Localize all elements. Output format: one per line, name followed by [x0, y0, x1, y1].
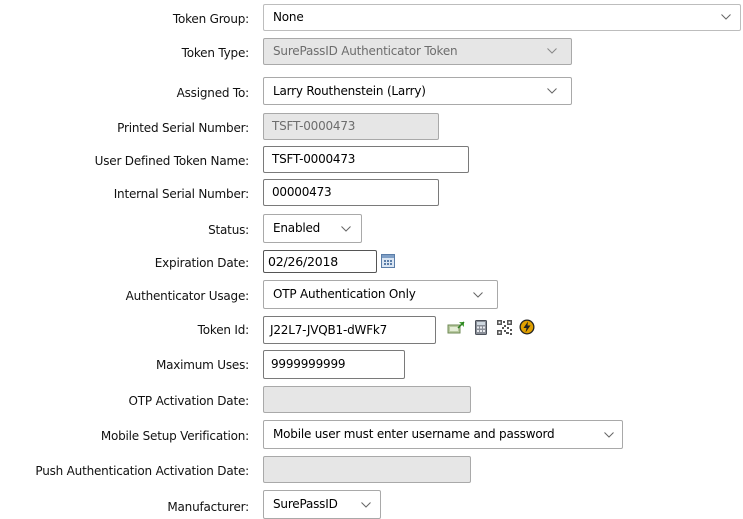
user-token-name-input[interactable]: TSFT-0000473: [263, 146, 469, 173]
token-id-input[interactable]: J22L7-JVQB1-dWFk7: [263, 316, 436, 344]
printed-serial-value: TSFT-0000473: [272, 119, 356, 133]
internal-serial-value: 00000473: [272, 185, 332, 199]
token-group-value: None: [273, 10, 304, 24]
token-type-select[interactable]: SurePassID Authenticator Token: [263, 38, 572, 65]
mobile-setup-verification-select[interactable]: Mobile user must enter username and pass…: [263, 420, 623, 449]
manufacturer-select[interactable]: SurePassID: [263, 490, 381, 519]
assigned-to-label: Assigned To:: [176, 86, 250, 100]
qr-code-icon[interactable]: [497, 320, 512, 335]
status-label: Status:: [208, 223, 249, 237]
authenticator-usage-select[interactable]: OTP Authentication Only: [263, 280, 498, 309]
user-token-name-label: User Defined Token Name:: [94, 154, 250, 168]
chevron-down-icon: [547, 88, 557, 94]
expiration-date-input[interactable]: 02/26/2018: [263, 250, 377, 273]
status-value: Enabled: [273, 221, 321, 235]
assigned-to-select[interactable]: Larry Routhenstein (Larry): [263, 77, 572, 105]
authenticator-usage-label: Authenticator Usage:: [125, 289, 250, 303]
chevron-down-icon: [547, 48, 557, 54]
manufacturer-label: Manufacturer:: [167, 500, 249, 514]
flash-icon[interactable]: [519, 319, 535, 335]
maximum-uses-input[interactable]: 9999999999: [263, 350, 405, 379]
token-id-value: J22L7-JVQB1-dWFk7: [270, 323, 388, 337]
otp-activation-date-label: OTP Activation Date:: [128, 394, 250, 408]
chevron-down-icon: [341, 226, 351, 232]
manufacturer-value: SurePassID: [273, 497, 338, 511]
mobile-setup-verification-label: Mobile Setup Verification:: [100, 429, 249, 443]
status-select[interactable]: Enabled: [263, 214, 362, 243]
token-type-value: SurePassID Authenticator Token: [273, 44, 458, 58]
calendar-icon[interactable]: [381, 254, 395, 268]
token-group-label: Token Group:: [172, 12, 249, 26]
maximum-uses-label: Maximum Uses:: [155, 358, 249, 372]
chevron-down-icon: [473, 292, 483, 298]
chevron-down-icon: [721, 14, 731, 20]
internal-serial-input[interactable]: 00000473: [263, 179, 439, 206]
user-token-name-value: TSFT-0000473: [272, 152, 356, 166]
maximum-uses-value: 9999999999: [271, 357, 346, 371]
otp-activation-date-field: [263, 386, 471, 413]
printed-serial-field: TSFT-0000473: [263, 113, 439, 140]
assigned-to-value: Larry Routhenstein (Larry): [273, 84, 426, 98]
push-activation-date-label: Push Authentication Activation Date:: [35, 464, 249, 478]
internal-serial-label: Internal Serial Number:: [113, 187, 249, 201]
calculator-icon[interactable]: [475, 320, 487, 335]
token-id-label: Token Id:: [197, 323, 250, 337]
chevron-down-icon: [361, 502, 371, 508]
expiration-date-label: Expiration Date:: [154, 256, 249, 270]
push-activation-date-field: [263, 456, 471, 483]
token-type-label: Token Type:: [181, 46, 250, 60]
authenticator-usage-value: OTP Authentication Only: [273, 287, 416, 301]
send-token-icon[interactable]: [447, 321, 465, 335]
mobile-setup-verification-value: Mobile user must enter username and pass…: [273, 427, 555, 441]
printed-serial-label: Printed Serial Number:: [117, 121, 249, 135]
chevron-down-icon: [604, 432, 614, 438]
token-group-select[interactable]: None: [263, 4, 741, 31]
expiration-date-value: 02/26/2018: [268, 254, 339, 269]
